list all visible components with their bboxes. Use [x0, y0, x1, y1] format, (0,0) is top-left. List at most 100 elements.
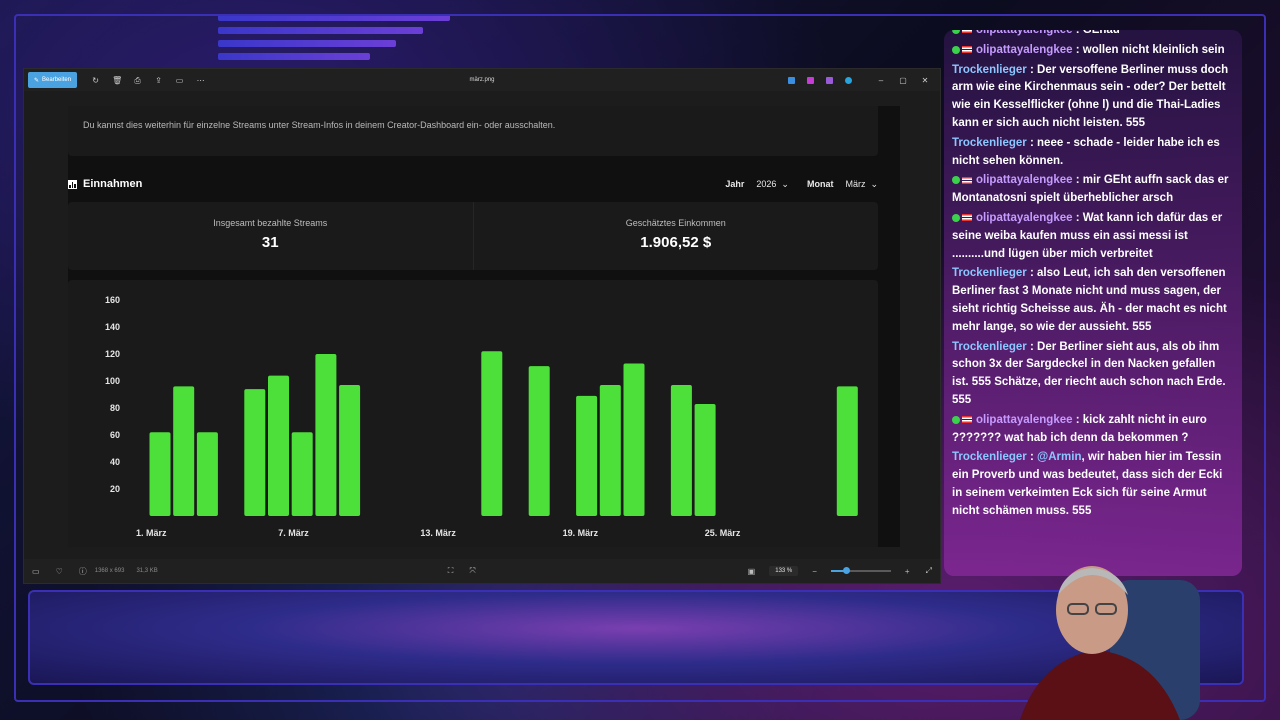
note-card: Du kannst dies weiterhin für einzelne St…: [68, 106, 878, 156]
slideshow-icon[interactable]: ▭: [175, 76, 184, 85]
bar-day-3[interactable]: [196, 432, 218, 516]
y-tick-label: 20: [110, 484, 120, 494]
chat-username[interactable]: olipattayalengkee: [976, 414, 1073, 426]
chat-message: Trockenlieger : Der versoffene Berliner …: [952, 63, 1229, 129]
bar-day-15[interactable]: [481, 351, 503, 516]
verified-badge-icon: [952, 176, 960, 185]
x-tick-label: 25. März: [705, 528, 741, 538]
app-icon-3[interactable]: [826, 76, 833, 84]
chat-username[interactable]: olipattayalengkee: [976, 174, 1073, 186]
chat-username[interactable]: Trockenlieger: [952, 137, 1027, 149]
bar-day-17[interactable]: [528, 366, 550, 516]
x-tick-label: 19. März: [563, 528, 599, 538]
file-size: 31,3 KB: [136, 568, 158, 574]
share-icon[interactable]: ⇪: [154, 76, 163, 85]
bar-day-30[interactable]: [836, 386, 858, 516]
fit-icon[interactable]: ⛶: [448, 566, 454, 576]
bar-day-20[interactable]: [599, 385, 621, 516]
fit-window-icon[interactable]: ▣: [748, 567, 756, 576]
chat-message: Trockenlieger : @Armin, wir haben hier i…: [952, 451, 1223, 517]
edit-icon: ✎: [34, 77, 40, 84]
bar-day-7[interactable]: [291, 432, 313, 516]
chat-overlay: olipattayalengkee : GEnau olipattayalengk…: [944, 30, 1242, 576]
bar-day-21[interactable]: [623, 363, 645, 516]
info-icon[interactable]: ⓘ: [79, 566, 87, 577]
chat-text: GEnau: [1082, 30, 1120, 36]
chat-username[interactable]: Trockenlieger: [952, 267, 1027, 279]
month-label: Monat: [806, 179, 834, 189]
zoom-out-icon[interactable]: −: [812, 567, 817, 576]
bar-day-2[interactable]: [173, 386, 195, 516]
app-icon-1[interactable]: [788, 76, 795, 84]
zoom-in-icon[interactable]: +: [905, 567, 910, 576]
chat-message: olipattayalengkee : GEnau: [944, 30, 1242, 40]
y-tick-label: 120: [105, 349, 120, 359]
y-tick-label: 100: [105, 376, 120, 386]
chat-username[interactable]: olipattayalengkee: [976, 44, 1073, 56]
more-options-icon[interactable]: ⋯: [196, 76, 205, 85]
bar-day-5[interactable]: [244, 389, 266, 516]
stat-value: 1.906,52 $: [640, 234, 712, 251]
earnings-chart: 20 40 60 80 100 120 140 160 1. März 7. März 13. Mä…: [68, 280, 878, 547]
bar-day-19[interactable]: [576, 395, 598, 516]
minimize-button[interactable]: –: [870, 76, 892, 85]
chat-mention[interactable]: @Armin: [1037, 451, 1081, 463]
viewer-titlebar: ✎ Bearbeiten ↻ 🗑 ⎙ ⇪ ▭ ⋯ märz.png – ▢ ✕: [24, 69, 940, 91]
titlebar-right: – ▢ ✕: [782, 76, 936, 85]
maximize-button[interactable]: ▢: [892, 76, 914, 85]
verified-badge-icon: [952, 30, 960, 34]
image-canvas: Du kannst dies weiterhin für einzelne St…: [68, 106, 900, 547]
chat-username[interactable]: Trockenlieger: [952, 341, 1027, 353]
chat-message: Trockenlieger : also Leut, ich sah den v…: [952, 267, 1227, 333]
image-viewer-window: ✎ Bearbeiten ↻ 🗑 ⎙ ⇪ ▭ ⋯ märz.png – ▢ ✕ …: [23, 68, 941, 584]
close-button[interactable]: ✕: [914, 76, 936, 85]
flag-icon: [962, 46, 972, 54]
edit-button[interactable]: ✎ Bearbeiten: [28, 72, 78, 88]
year-label: Jahr: [725, 179, 745, 189]
stat-label: Geschätztes Einkommen: [625, 218, 726, 228]
x-tick-label: 7. März: [278, 528, 309, 538]
chat-message: Trockenlieger : Der Berliner sieht aus, …: [952, 340, 1226, 406]
zoom-level[interactable]: 133 %: [769, 566, 799, 576]
filmstrip-icon[interactable]: ▭: [32, 567, 40, 576]
flag-icon: [962, 214, 972, 222]
verified-badge-icon: [952, 213, 960, 222]
month-select[interactable]: März ⌄: [845, 179, 878, 190]
chat-text: wollen nicht kleinlich sein: [1082, 43, 1225, 56]
favorite-icon[interactable]: ♡: [56, 567, 63, 576]
y-tick-label: 140: [105, 322, 120, 332]
x-tick-label: 13. März: [420, 528, 456, 538]
flag-icon: [962, 416, 972, 424]
fullscreen-icon[interactable]: ⤢: [926, 566, 932, 576]
chat-message: olipattayalengkee : wollen nicht kleinli…: [944, 42, 1242, 60]
bar-day-23[interactable]: [670, 385, 692, 516]
rotate-icon[interactable]: ↻: [91, 76, 100, 85]
stat-value: 31: [261, 234, 279, 251]
chat-username[interactable]: olipattayalengkee: [976, 30, 1073, 36]
app-icon-2[interactable]: [807, 76, 814, 84]
print-icon[interactable]: ⎙: [133, 76, 142, 85]
chat-username[interactable]: Trockenlieger: [952, 64, 1027, 76]
viewer-statusbar: ▭ ♡ ⓘ 1368 x 693 31,3 KB ⛶ ⤧ ▣ 133 % − +…: [24, 559, 940, 583]
chat-username[interactable]: Trockenlieger: [952, 451, 1027, 463]
bar-day-1[interactable]: [149, 432, 171, 516]
delete-icon[interactable]: 🗑: [112, 76, 122, 85]
chat-username[interactable]: olipattayalengkee: [976, 212, 1073, 224]
year-select[interactable]: 2026 ⌄: [756, 179, 789, 190]
y-tick-label: 60: [110, 430, 120, 440]
bar-day-24[interactable]: [694, 403, 716, 516]
bar-chart-svg: 20 40 60 80 100 120 140 160 1. März 7. März 13. Mä…: [105, 295, 858, 538]
image-dimensions: 1368 x 693: [94, 568, 125, 574]
y-tick-label: 40: [110, 457, 120, 467]
bar-day-6[interactable]: [268, 375, 289, 516]
bar-chart-icon: [68, 179, 77, 189]
zoom-slider-knob[interactable]: [842, 567, 850, 574]
onedrive-icon[interactable]: [845, 76, 852, 84]
zoom-slider[interactable]: [830, 567, 891, 574]
flag-icon: [962, 176, 972, 184]
bar-day-8[interactable]: [315, 354, 337, 516]
bar-day-9[interactable]: [339, 385, 361, 516]
actual-size-icon[interactable]: ⤧: [469, 566, 475, 576]
flag-icon: [962, 30, 972, 34]
zoom-controls: ▣ 133 % − + ⤢: [740, 566, 940, 576]
